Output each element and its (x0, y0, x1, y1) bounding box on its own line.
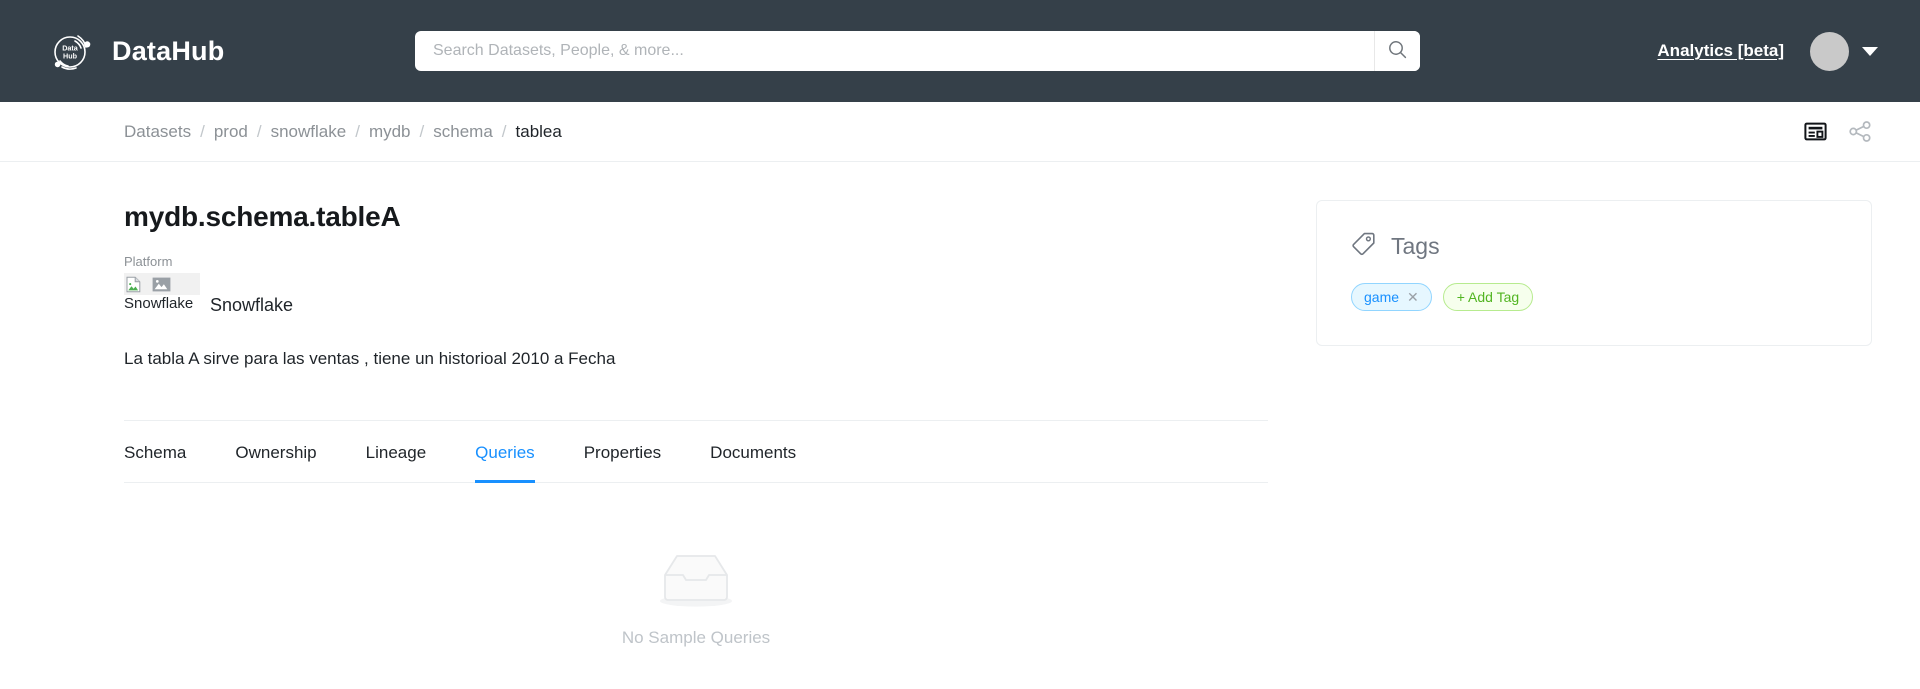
tag-icon (1351, 231, 1376, 261)
entity-main-column: mydb.schema.tableA Platform Snowflake Sn… (124, 200, 1268, 648)
add-tag-button[interactable]: + Add Tag (1442, 283, 1534, 311)
breadcrumb-actions (1804, 120, 1872, 143)
breadcrumb-bar: Datasets / prod / snowflake / mydb / sch… (0, 102, 1920, 162)
close-icon[interactable]: ✕ (1407, 290, 1419, 304)
tab-properties[interactable]: Properties (584, 421, 661, 482)
entity-tabs: Schema Ownership Lineage Queries Propert… (124, 421, 1268, 483)
tags-card-header: Tags (1351, 231, 1837, 261)
user-menu[interactable] (1810, 31, 1878, 71)
platform-name: Snowflake (210, 295, 294, 316)
page-body: mydb.schema.tableA Platform Snowflake Sn… (0, 162, 1920, 648)
entity-description: La tabla A sirve para las ventas , tiene… (124, 349, 616, 369)
platform-label: Platform (124, 253, 173, 269)
entity-sidebar-column: Tags game ✕ + Add Tag (1316, 200, 1872, 346)
breadcrumb-separator: / (355, 121, 360, 141)
brand-home-link[interactable]: Data Hub DataHub (48, 28, 224, 74)
platform-logo-broken-image: Snowflake (124, 273, 200, 312)
search-input[interactable] (415, 31, 1374, 71)
analytics-link[interactable]: Analytics [beta] (1657, 41, 1784, 61)
breadcrumb-separator: / (256, 121, 262, 141)
tag-list: game ✕ + Add Tag (1351, 283, 1837, 311)
breadcrumb-separator: / (200, 121, 205, 141)
brand-title: DataHub (112, 35, 225, 66)
search-submit-button[interactable] (1374, 31, 1420, 71)
broken-image-glyphs (124, 273, 200, 296)
global-search (415, 31, 1420, 71)
search-icon (1388, 40, 1407, 62)
datahub-orbit-logo-icon: Data Hub (48, 28, 94, 74)
tab-schema[interactable]: Schema (124, 421, 186, 482)
breadcrumb-item-tablea: tablea (515, 121, 562, 141)
empty-inbox-icon (652, 547, 740, 616)
breadcrumb-item-snowflake[interactable]: snowflake (271, 122, 347, 142)
broken-image-icon (126, 276, 141, 292)
queries-empty-state: No Sample Queries (124, 547, 1268, 648)
card-layout-icon[interactable] (1804, 120, 1827, 143)
tab-documents[interactable]: Documents (710, 421, 796, 482)
chevron-down-icon (1862, 46, 1878, 56)
logo-text-hub: Hub (63, 52, 78, 61)
page-title: mydb.schema.tableA (124, 201, 401, 232)
platform-logo-alt-text: Snowflake (124, 295, 194, 313)
empty-state-message: No Sample Queries (621, 627, 771, 647)
tag-label: game (1364, 289, 1400, 305)
tags-card-title: Tags (1391, 232, 1440, 259)
image-placeholder-icon (152, 277, 171, 292)
app-header: Data Hub DataHub Analytics [beta] (0, 0, 1920, 102)
breadcrumb-item-datasets[interactable]: Datasets (124, 122, 191, 142)
breadcrumb-item-mydb[interactable]: mydb (369, 122, 411, 142)
breadcrumb-separator: / (419, 121, 425, 141)
tab-queries[interactable]: Queries (475, 421, 535, 483)
breadcrumb-item-prod[interactable]: prod (214, 122, 248, 142)
breadcrumb-item-schema[interactable]: schema (433, 122, 493, 142)
breadcrumb: Datasets / prod / snowflake / mydb / sch… (124, 122, 1804, 142)
tags-card: Tags game ✕ + Add Tag (1316, 200, 1872, 346)
platform-row: Snowflake Snowflake (124, 273, 1268, 316)
breadcrumb-separator: / (501, 121, 507, 141)
tab-ownership[interactable]: Ownership (235, 421, 316, 482)
tab-lineage[interactable]: Lineage (366, 421, 427, 482)
share-icon[interactable] (1849, 120, 1872, 143)
tag-game[interactable]: game ✕ (1351, 283, 1432, 311)
header-actions: Analytics [beta] (1657, 0, 1878, 102)
user-avatar (1810, 31, 1849, 71)
